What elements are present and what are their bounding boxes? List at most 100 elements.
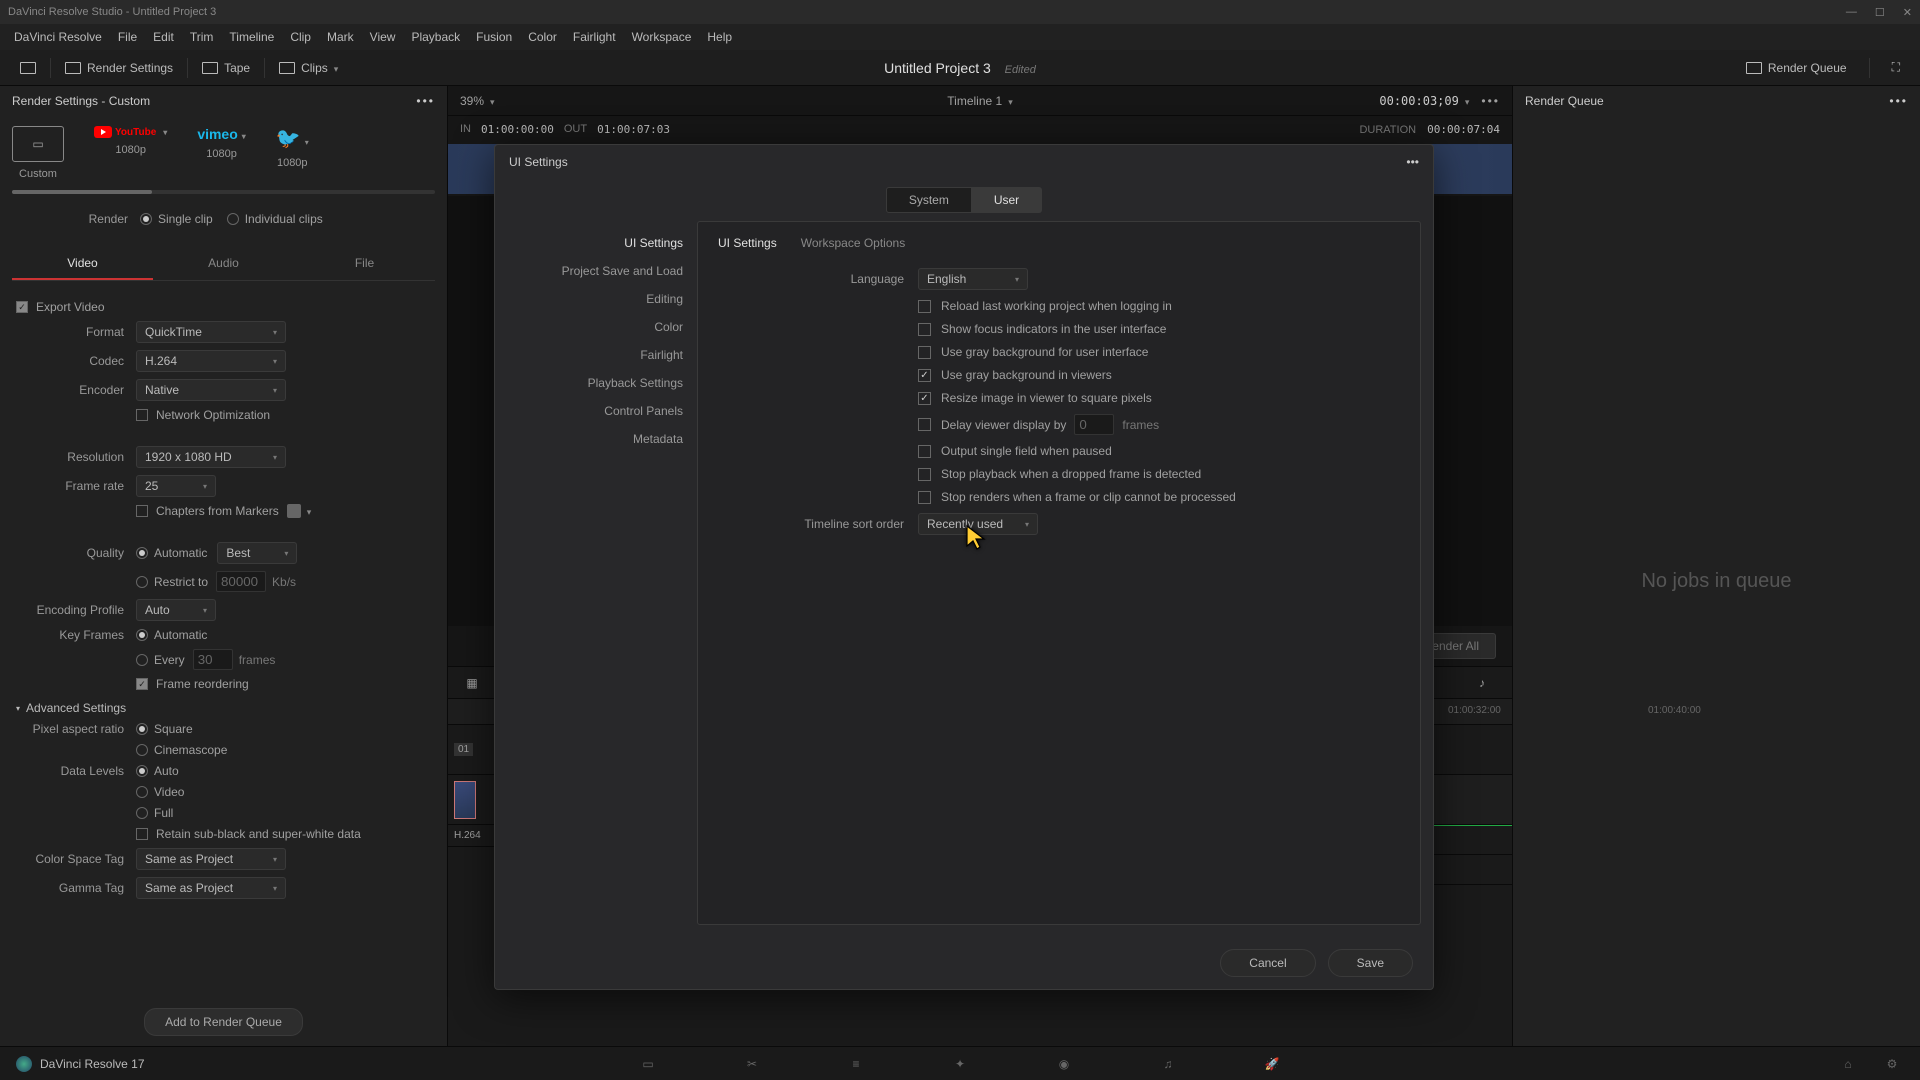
quality-dropdown[interactable]: Best▾ (217, 542, 297, 564)
keyframes-every-radio[interactable] (136, 654, 148, 666)
individual-clips-radio[interactable] (227, 213, 239, 225)
page-deliver[interactable]: 🚀 (1260, 1052, 1284, 1076)
sidebar-item-control-panels[interactable]: Control Panels (507, 397, 697, 425)
chevron-down-icon[interactable] (307, 504, 312, 518)
keyframes-auto-radio[interactable] (136, 629, 148, 641)
single-clip-radio[interactable] (140, 213, 152, 225)
codec-dropdown[interactable]: H.264▾ (136, 350, 286, 372)
page-fairlight[interactable]: ♫ (1156, 1052, 1180, 1076)
stop-playback-checkbox[interactable] (918, 468, 931, 481)
timecode-display[interactable]: 00:00:03;09 (1379, 94, 1458, 108)
sidebar-item-metadata[interactable]: Metadata (507, 425, 697, 453)
expand-button[interactable]: ⛶ (1884, 56, 1908, 79)
focus-indicators-checkbox[interactable] (918, 323, 931, 336)
menu-fairlight[interactable]: Fairlight (565, 30, 624, 44)
menu-file[interactable]: File (110, 30, 145, 44)
home-button[interactable]: ⌂ (1836, 1052, 1860, 1076)
sidebar-item-fairlight[interactable]: Fairlight (507, 341, 697, 369)
menu-davinci[interactable]: DaVinci Resolve (6, 30, 110, 44)
resolution-dropdown[interactable]: 1920 x 1080 HD▾ (136, 446, 286, 468)
tape-toggle[interactable]: Tape (194, 57, 258, 79)
deliver-icon[interactable] (12, 58, 44, 78)
sidebar-item-project-save[interactable]: Project Save and Load (507, 257, 697, 285)
page-cut[interactable]: ✂ (740, 1052, 764, 1076)
restrict-radio[interactable] (136, 576, 148, 588)
tab-audio[interactable]: Audio (153, 248, 294, 280)
queue-menu-button[interactable]: ••• (1889, 94, 1908, 108)
project-settings-button[interactable]: ⚙ (1880, 1052, 1904, 1076)
menu-view[interactable]: View (362, 30, 404, 44)
page-media[interactable]: ▭ (636, 1052, 660, 1076)
frame-reorder-checkbox[interactable] (136, 678, 148, 690)
sidebar-item-color[interactable]: Color (507, 313, 697, 341)
sidebar-item-ui-settings[interactable]: UI Settings (507, 229, 697, 257)
preset-twitter[interactable]: 🐦▾ 1080p (276, 126, 309, 169)
tab-user[interactable]: User (972, 187, 1042, 213)
retain-checkbox[interactable] (136, 828, 148, 840)
cancel-button[interactable]: Cancel (1220, 949, 1315, 977)
preset-vimeo[interactable]: vimeo▾ 1080p (197, 126, 245, 160)
zoom-dropdown[interactable]: 39% (460, 94, 495, 108)
timeline-view-button[interactable]: ▦ (460, 671, 484, 695)
par-cine-radio[interactable] (136, 744, 148, 756)
close-button[interactable]: ✕ (1903, 6, 1912, 19)
sidebar-item-playback[interactable]: Playback Settings (507, 369, 697, 397)
language-dropdown[interactable]: English▾ (918, 268, 1028, 290)
quality-auto-radio[interactable] (136, 547, 148, 559)
delay-checkbox[interactable] (918, 418, 931, 431)
render-queue-toggle[interactable]: Render Queue (1738, 57, 1855, 79)
preset-custom[interactable]: ▭ Custom (12, 126, 64, 180)
clips-dropdown[interactable]: Clips (271, 57, 346, 79)
tab-video[interactable]: Video (12, 248, 153, 280)
dl-full-radio[interactable] (136, 807, 148, 819)
render-settings-toggle[interactable]: Render Settings (57, 57, 181, 79)
cst-dropdown[interactable]: Same as Project▾ (136, 848, 286, 870)
par-square-radio[interactable] (136, 723, 148, 735)
enc-profile-dropdown[interactable]: Auto▾ (136, 599, 216, 621)
menu-trim[interactable]: Trim (182, 30, 222, 44)
gt-dropdown[interactable]: Same as Project▾ (136, 877, 286, 899)
chapters-checkbox[interactable] (136, 505, 148, 517)
subtab-workspace-options[interactable]: Workspace Options (801, 236, 906, 254)
export-video-checkbox[interactable] (16, 301, 28, 313)
gray-ui-checkbox[interactable] (918, 346, 931, 359)
sort-order-dropdown[interactable]: Recently used▾ (918, 513, 1038, 535)
advanced-toggle[interactable]: ▾ Advanced Settings (16, 701, 431, 715)
tab-file[interactable]: File (294, 248, 435, 280)
chevron-down-icon[interactable] (1465, 94, 1470, 108)
page-color[interactable]: ◉ (1052, 1052, 1076, 1076)
dialog-menu-button[interactable]: ••• (1406, 155, 1419, 169)
delay-input[interactable] (1074, 414, 1114, 435)
add-to-queue-button[interactable]: Add to Render Queue (144, 1008, 303, 1036)
menu-edit[interactable]: Edit (145, 30, 182, 44)
reload-project-checkbox[interactable] (918, 300, 931, 313)
gray-viewers-checkbox[interactable] (918, 369, 931, 382)
format-dropdown[interactable]: QuickTime▾ (136, 321, 286, 343)
maximize-button[interactable]: ☐ (1875, 6, 1885, 19)
net-opt-checkbox[interactable] (136, 409, 148, 421)
stop-renders-checkbox[interactable] (918, 491, 931, 504)
menu-help[interactable]: Help (699, 30, 740, 44)
save-button[interactable]: Save (1328, 949, 1413, 977)
encoder-dropdown[interactable]: Native▾ (136, 379, 286, 401)
dl-auto-radio[interactable] (136, 765, 148, 777)
single-field-checkbox[interactable] (918, 445, 931, 458)
panel-menu-button[interactable]: ••• (416, 94, 435, 108)
preset-youtube[interactable]: YouTube▾ 1080p (94, 126, 167, 156)
menu-color[interactable]: Color (520, 30, 565, 44)
dl-video-radio[interactable] (136, 786, 148, 798)
page-edit[interactable]: ≡ (844, 1052, 868, 1076)
menu-timeline[interactable]: Timeline (221, 30, 282, 44)
preset-scrollbar[interactable] (12, 190, 435, 194)
subtab-ui-settings[interactable]: UI Settings (718, 236, 777, 254)
square-pixels-checkbox[interactable] (918, 392, 931, 405)
framerate-dropdown[interactable]: 25▾ (136, 475, 216, 497)
page-fusion[interactable]: ✦ (948, 1052, 972, 1076)
minimize-button[interactable]: — (1846, 6, 1857, 19)
menu-playback[interactable]: Playback (403, 30, 468, 44)
timeline-selector[interactable]: Timeline 1 (947, 94, 1012, 108)
restrict-input[interactable] (216, 571, 266, 592)
sidebar-item-editing[interactable]: Editing (507, 285, 697, 313)
menu-fusion[interactable]: Fusion (468, 30, 520, 44)
marker-color-swatch[interactable] (287, 504, 301, 518)
